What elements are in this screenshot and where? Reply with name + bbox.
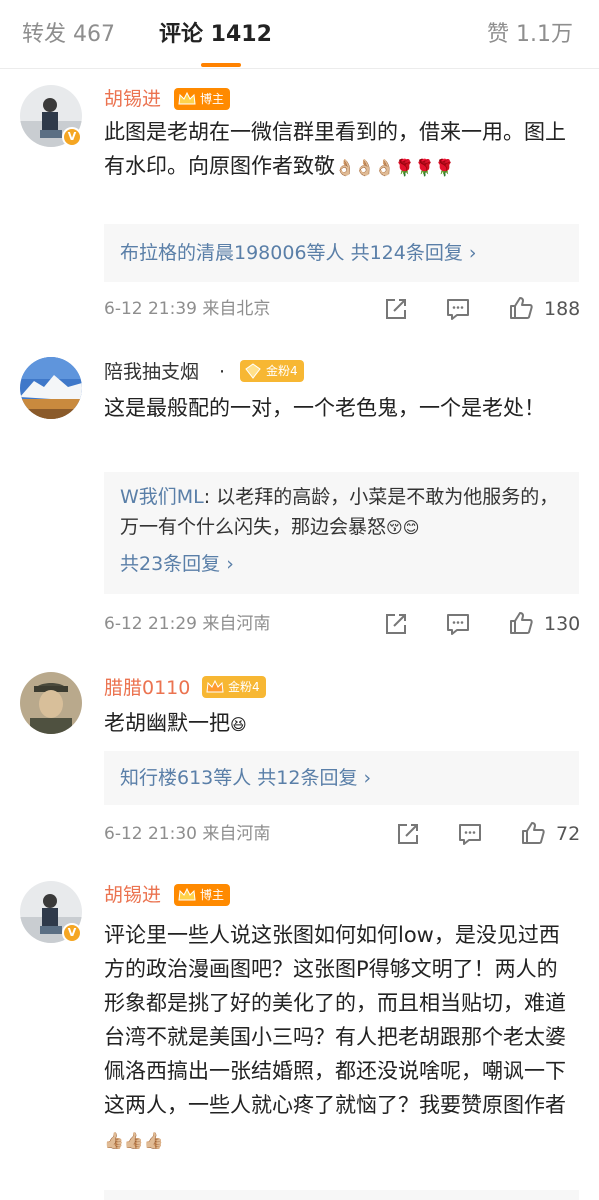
reply-preview[interactable] <box>104 1190 579 1200</box>
commenter-name[interactable]: 陪我抽支烟 <box>104 359 199 385</box>
like-count: 130 <box>544 613 581 635</box>
reply-summary-link[interactable]: 布拉格的清晨198006等人 共124条回复 › <box>120 239 476 267</box>
reply-quote: W我们ML: 以老拜的高龄，小菜是不敢为他服务的，万一有个什么闪失，那边会暴怒😚… <box>120 486 559 538</box>
comment-time: 6-12 21:29 <box>104 614 197 634</box>
blogger-badge: 博主 <box>174 884 231 906</box>
comment-icon[interactable] <box>457 821 483 847</box>
blogger-badge: 博主 <box>174 88 231 110</box>
comment-text: 这是最般配的一对，一个老色鬼，一个是老处！ <box>104 396 545 420</box>
comment-time: 6-12 21:39 <box>104 299 197 319</box>
reply-author[interactable]: W我们ML <box>120 486 204 508</box>
like-icon[interactable] <box>508 610 534 636</box>
comment-icon[interactable] <box>445 296 471 322</box>
crown-icon <box>245 363 261 379</box>
like-count: 188 <box>544 298 581 320</box>
reply-preview[interactable]: W我们ML: 以老拜的高龄，小菜是不敢为他服务的，万一有个什么闪失，那边会暴怒😚… <box>104 472 579 594</box>
verified-icon: V <box>62 923 82 943</box>
tab-repost[interactable]: 转发 467 <box>22 20 115 50</box>
tabs-divider <box>0 68 599 69</box>
gold-fan-badge: 金粉4 <box>202 676 266 698</box>
reply-summary-link[interactable]: 共23条回复 › <box>120 550 234 578</box>
verified-icon: V <box>62 127 82 147</box>
comment-icon[interactable] <box>445 611 471 637</box>
comment-text: 老胡幽默一把😆 <box>104 711 247 735</box>
crown-icon <box>178 91 196 105</box>
name-separator: · <box>219 361 226 383</box>
like-count: 72 <box>556 823 581 845</box>
comment-meta: 6-12 21:29 来自河南 <box>104 612 270 636</box>
emoji-group: 😆 <box>230 715 247 734</box>
reply-summary-link[interactable]: 知行楼613等人 共12条回复 › <box>120 764 371 792</box>
reply-preview[interactable]: 知行楼613等人 共12条回复 › <box>104 751 579 805</box>
crown-icon <box>178 887 196 901</box>
crown-icon <box>206 679 224 693</box>
comment-tabs: 转发 467 评论 1412 赞 1.1万 <box>0 0 599 68</box>
share-icon[interactable] <box>395 821 421 847</box>
emoji-group: 👍🏼👍🏼👍🏼 <box>104 1131 164 1150</box>
avatar[interactable] <box>20 357 82 419</box>
comment-text: 评论里一些人说这张图如何如何low，是没见过西方的政治漫画图吧？这张图P得够文明… <box>104 923 566 1150</box>
emoji-group: 😚😊 <box>386 518 420 537</box>
share-icon[interactable] <box>383 611 409 637</box>
commenter-name[interactable]: 腊腊0110 <box>104 675 190 701</box>
like-icon[interactable] <box>508 295 534 321</box>
comment-location: 来自河南 <box>202 614 271 634</box>
gold-fan-badge: 金粉4 <box>240 360 304 382</box>
emoji-group: 👌🏼👌🏼👌🏼🌹🌹🌹 <box>335 158 455 177</box>
commenter-name[interactable]: 胡锡进 <box>104 882 161 908</box>
tab-likes[interactable]: 赞 1.1万 <box>487 20 573 50</box>
comment-meta: 6-12 21:39 来自北京 <box>104 297 270 321</box>
like-icon[interactable] <box>520 820 546 846</box>
avatar[interactable] <box>20 672 82 734</box>
comment-location: 来自北京 <box>202 299 271 319</box>
comment-text: 此图是老胡在一微信群里看到的，借来一用。图上有水印。向原图作者致敬👌🏼👌🏼👌🏼🌹… <box>104 120 566 178</box>
tab-comments[interactable]: 评论 1412 <box>159 20 272 50</box>
active-tab-indicator <box>201 63 241 67</box>
comment-meta: 6-12 21:30 来自河南 <box>104 822 270 846</box>
reply-preview[interactable]: 布拉格的清晨198006等人 共124条回复 › <box>104 224 579 282</box>
commenter-name[interactable]: 胡锡进 <box>104 86 161 112</box>
comment-time: 6-12 21:30 <box>104 824 197 844</box>
share-icon[interactable] <box>383 296 409 322</box>
comment-location: 来自河南 <box>202 824 271 844</box>
